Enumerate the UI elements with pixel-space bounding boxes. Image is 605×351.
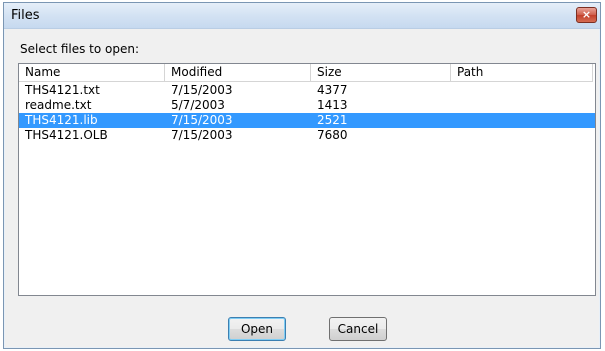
close-icon: ×: [581, 8, 592, 21]
file-size-cell: 7680: [317, 128, 348, 142]
file-modified-cell: 7/15/2003: [171, 83, 233, 97]
file-name-cell: readme.txt: [25, 98, 92, 112]
column-header-modified[interactable]: Modified: [165, 64, 311, 82]
list-rows: THS4121.txt 7/15/2003 4377 readme.txt 5/7/20…: [19, 83, 595, 143]
list-header: Name Modified Size Path: [19, 64, 595, 82]
file-row[interactable]: readme.txt 5/7/2003 1413: [19, 98, 595, 113]
file-modified-cell: 7/15/2003: [171, 128, 233, 142]
column-header-name[interactable]: Name: [19, 64, 165, 82]
file-size-cell: 2521: [317, 113, 348, 127]
cancel-button[interactable]: Cancel: [329, 317, 387, 341]
dialog-title: Files: [11, 8, 40, 23]
file-name-cell: THS4121.txt: [25, 83, 100, 97]
file-modified-cell: 7/15/2003: [171, 113, 233, 127]
file-path-cell: [451, 98, 593, 113]
column-header-size[interactable]: Size: [311, 64, 451, 82]
select-files-label: Select files to open:: [20, 42, 140, 56]
file-path-cell: [451, 83, 593, 98]
title-bar[interactable]: Files ×: [4, 3, 600, 29]
file-path-cell: [451, 128, 593, 143]
file-name-cell: THS4121.lib: [25, 113, 98, 127]
file-name-cell: THS4121.OLB: [25, 128, 108, 142]
open-button[interactable]: Open: [228, 317, 286, 341]
files-dialog: Files × Select files to open: Name Modif…: [3, 2, 601, 349]
file-row[interactable]: THS4121.lib 7/15/2003 2521: [19, 113, 595, 128]
file-list[interactable]: Name Modified Size Path THS4121.txt 7/15/…: [18, 63, 596, 296]
file-size-cell: 1413: [317, 98, 348, 112]
file-path-cell: [451, 113, 593, 128]
file-size-cell: 4377: [317, 83, 348, 97]
file-row[interactable]: THS4121.OLB 7/15/2003 7680: [19, 128, 595, 143]
file-row[interactable]: THS4121.txt 7/15/2003 4377: [19, 83, 595, 98]
column-header-path[interactable]: Path: [451, 64, 593, 82]
close-button[interactable]: ×: [576, 7, 597, 23]
file-modified-cell: 5/7/2003: [171, 98, 225, 112]
